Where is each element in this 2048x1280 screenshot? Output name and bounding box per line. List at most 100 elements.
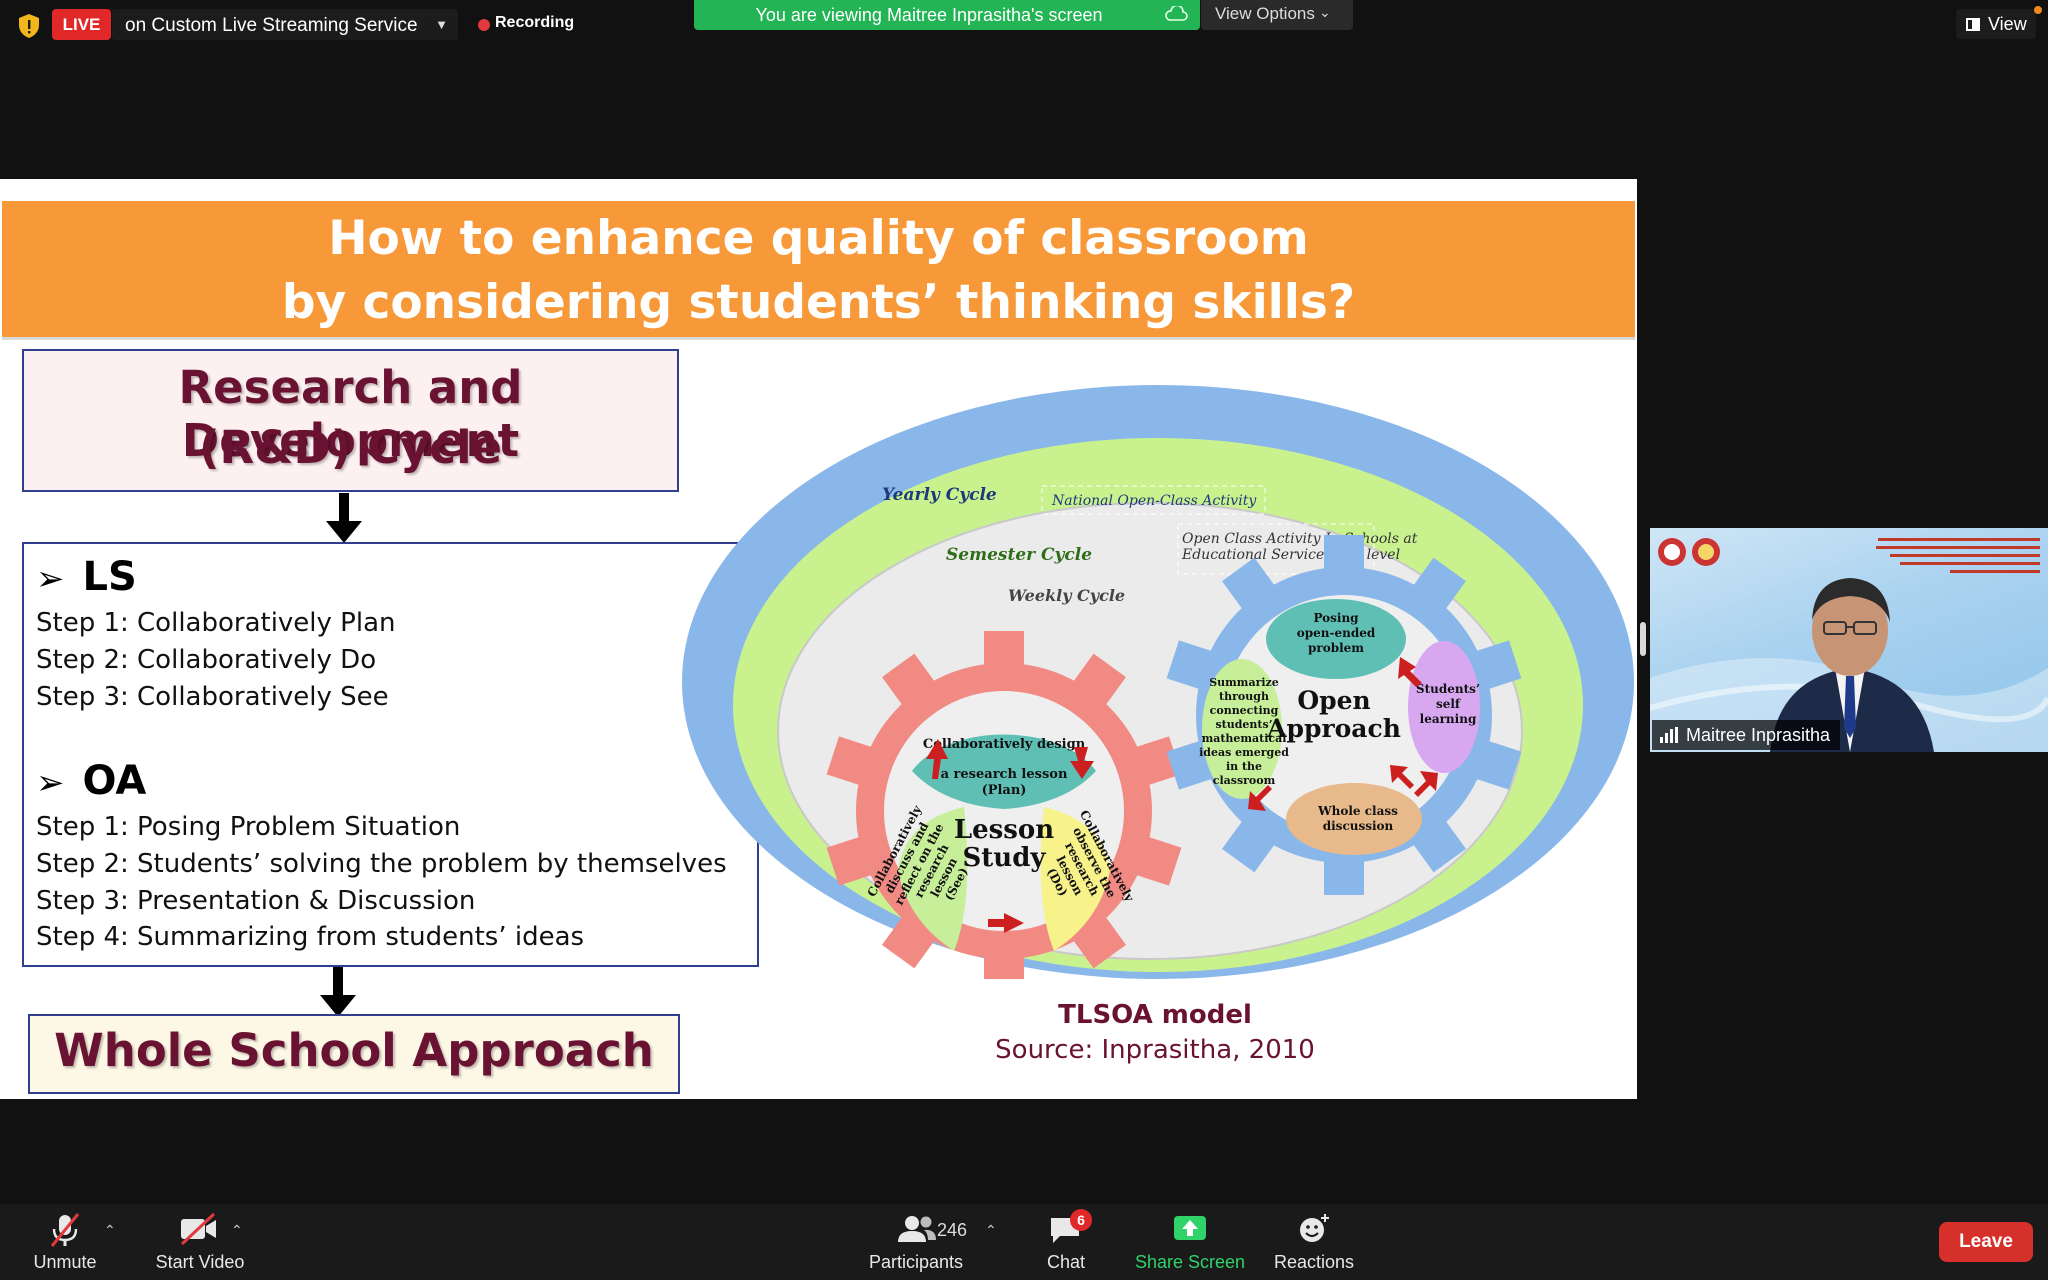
microphone-muted-icon — [50, 1213, 80, 1247]
lesson-study-label-2: Study — [963, 843, 1047, 873]
slide-title-line2: by considering students’ thinking skills… — [281, 275, 1356, 330]
tlsoa-caption-title: TLSOA model — [1058, 1000, 1252, 1030]
video-feed — [1650, 538, 2048, 752]
summarize-label-8: classroom — [1213, 774, 1276, 787]
participants-button[interactable]: Participants — [862, 1204, 970, 1280]
chevron-down-icon: ▼ — [435, 17, 448, 32]
oa-step: Step 4: Summarizing from students’ ideas — [36, 922, 585, 952]
posing-label-2: open-ended — [1297, 626, 1376, 640]
whole-label-1: Whole class — [1317, 804, 1398, 818]
shared-screen-slide: How to enhance quality of classroom by c… — [0, 179, 1637, 1099]
viewing-screen-banner: You are viewing Maitree Inprasitha's scr… — [694, 0, 1200, 30]
share-screen-label: Share Screen — [1134, 1252, 1246, 1272]
reactions-button[interactable]: Reactions — [1270, 1204, 1358, 1280]
self-label-3: learning — [1420, 712, 1477, 726]
lesson-study-label-1: Lesson — [954, 815, 1054, 845]
participant-name-bar: Maitree Inprasitha — [1652, 720, 1841, 750]
semester-cycle-label: Semester Cycle — [946, 545, 1092, 565]
share-screen-icon — [1174, 1216, 1206, 1240]
start-video-label: Start Video — [155, 1252, 245, 1272]
stream-service-dropdown[interactable]: on Custom Live Streaming Service ▼ — [112, 9, 458, 40]
layout-icon — [1966, 18, 1980, 31]
participant-count: 246 — [937, 1220, 968, 1240]
start-video-button[interactable]: Start Video — [140, 1204, 260, 1280]
whole-school-label: Whole School Approach — [54, 1024, 654, 1077]
steps-box: ➢ LS Step 1: Collaboratively Plan Step 2:… — [22, 542, 759, 967]
unmute-button[interactable]: Unmute — [18, 1204, 112, 1280]
video-options-chevron-icon[interactable]: ⌃ — [231, 1222, 243, 1239]
arrow-down-icon — [326, 493, 362, 543]
posing-label-3: problem — [1308, 641, 1364, 655]
summarize-label-3: connecting — [1210, 704, 1279, 717]
slide-title-line1: How to enhance quality of classroom — [328, 211, 1309, 266]
whole-label-2: discussion — [1323, 819, 1394, 833]
rd-line2: (R&D) Cycle — [198, 421, 503, 474]
ls-heading: ➢ LS — [36, 554, 137, 600]
signal-strength-icon — [1660, 727, 1678, 743]
reactions-label: Reactions — [1273, 1252, 1355, 1272]
unmute-label: Unmute — [33, 1252, 97, 1272]
summarize-label-2: through — [1219, 690, 1269, 703]
live-badge[interactable]: LIVE — [52, 9, 111, 40]
self-label-1: Students’ — [1416, 682, 1480, 696]
summarize-label-6: ideas emerged — [1199, 746, 1289, 759]
self-label-2: self — [1436, 697, 1461, 711]
chevron-down-icon: ⌄ — [1319, 4, 1331, 20]
national-activity-label: National Open-Class Activity — [1051, 493, 1257, 509]
chat-label: Chat — [1046, 1252, 1086, 1272]
yearly-cycle-label: Yearly Cycle — [882, 485, 997, 505]
meeting-toolbar: Unmute ⌃ Start Video ⌃ Participants 246 … — [0, 1204, 2048, 1280]
participants-label: Participants — [868, 1252, 964, 1272]
arrow-down-icon — [320, 967, 356, 1017]
open-class-label-2: Educational Service Area level — [1181, 547, 1400, 563]
arrowhead-bullet-icon: ➢ — [36, 763, 65, 803]
share-screen-button[interactable]: Share Screen — [1130, 1204, 1250, 1280]
reactions-icon — [1300, 1214, 1329, 1242]
view-button[interactable]: View — [1956, 9, 2036, 39]
summarize-label-5: mathematical — [1202, 732, 1287, 745]
summarize-label-4: students’ — [1215, 718, 1272, 731]
ls-step: Step 3: Collaboratively See — [36, 682, 389, 712]
oa-heading: ➢ OA — [36, 758, 147, 804]
summarize-label-1: Summarize — [1209, 676, 1279, 689]
participant-video-tile[interactable] — [1650, 528, 2048, 752]
arrowhead-bullet-icon: ➢ — [36, 559, 65, 599]
rd-cycle-box: Research and Development (R&D) Cycle — [22, 349, 679, 492]
weekly-cycle-label: Weekly Cycle — [1008, 586, 1125, 605]
participants-options-chevron-icon[interactable]: ⌃ — [985, 1222, 997, 1239]
chat-unread-badge: 6 — [1070, 1209, 1092, 1231]
ls-step: Step 1: Collaboratively Plan — [36, 608, 396, 638]
whole-school-box: Whole School Approach — [28, 1014, 680, 1094]
oa-step: Step 1: Posing Problem Situation — [36, 812, 461, 842]
shield-icon[interactable] — [18, 13, 40, 39]
view-options-button[interactable]: View Options ⌄ — [1201, 0, 1353, 30]
viewing-screen-text: You are viewing Maitree Inprasitha's scr… — [755, 5, 1103, 25]
cloud-icon[interactable] — [1164, 6, 1188, 22]
tlsoa-diagram: Yearly Cycle National Open-Class Activit… — [682, 385, 1634, 979]
notification-dot — [2034, 6, 2042, 14]
leave-button[interactable]: Leave — [1939, 1222, 2033, 1262]
audio-options-chevron-icon[interactable]: ⌃ — [104, 1222, 116, 1239]
slide-title-band: How to enhance quality of classroom by c… — [2, 201, 1635, 340]
open-approach-label-1: Open — [1297, 686, 1370, 715]
plan-label-3: (Plan) — [982, 783, 1027, 798]
video-camera-off-icon — [180, 1212, 216, 1246]
summarize-label-7: in the — [1226, 760, 1262, 773]
logo-icon — [1658, 538, 1720, 566]
stream-service-label: on Custom Live Streaming Service — [125, 15, 418, 36]
recording-label: Recording — [495, 14, 575, 31]
plan-label-2: a research lesson — [941, 767, 1068, 782]
participants-icon — [898, 1216, 936, 1242]
view-options-label: View Options — [1215, 4, 1315, 23]
oa-step: Step 3: Presentation & Discussion — [36, 886, 476, 916]
view-label: View — [1988, 14, 2027, 34]
panel-resize-handle[interactable] — [1640, 622, 1646, 656]
recording-dot-icon — [478, 19, 490, 31]
participant-name: Maitree Inprasitha — [1686, 725, 1831, 745]
tlsoa-caption-source: Source: Inprasitha, 2010 — [995, 1035, 1315, 1065]
open-class-label-1: Open Class Activity In Schools at — [1182, 531, 1418, 547]
plan-label-1: Collaboratively design — [923, 737, 1086, 752]
posing-label-1: Posing — [1313, 611, 1359, 625]
oa-step: Step 2: Students’ solving the problem by… — [36, 849, 727, 879]
ls-step: Step 2: Collaboratively Do — [36, 645, 377, 675]
